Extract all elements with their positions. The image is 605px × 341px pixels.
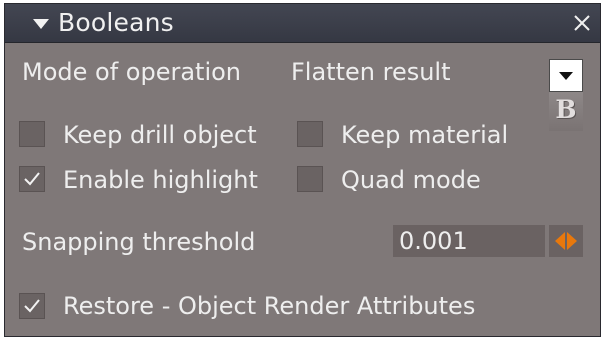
left-right-arrows-icon: [555, 232, 577, 250]
checkmark-icon: [24, 172, 40, 186]
mode-of-operation-label: Mode of operation: [22, 58, 242, 86]
snapping-threshold-label: Snapping threshold: [22, 228, 256, 256]
restore-attributes-checkbox[interactable]: [19, 293, 45, 319]
quad-mode-checkbox[interactable]: [297, 166, 323, 192]
checkmark-icon: [24, 299, 40, 313]
keep-material-checkbox[interactable]: [297, 121, 323, 147]
booleans-panel: Booleans Mode of operation Flatten resul…: [4, 3, 601, 337]
snapping-spinner[interactable]: [549, 225, 583, 257]
restore-attributes-label: Restore - Object Render Attributes: [63, 292, 476, 320]
panel-title: Booleans: [58, 8, 174, 37]
triangle-down-icon[interactable]: [33, 19, 49, 29]
chevron-down-icon: [559, 72, 573, 80]
snapping-threshold-input[interactable]: 0.001: [393, 225, 545, 257]
keep-drill-object-label: Keep drill object: [63, 121, 257, 149]
quad-mode-label: Quad mode: [341, 166, 481, 194]
panel-titlebar[interactable]: Booleans: [5, 4, 600, 43]
keep-material-label: Keep material: [341, 121, 509, 149]
mode-dropdown-button[interactable]: [549, 59, 583, 92]
keep-drill-object-checkbox[interactable]: [19, 121, 45, 147]
mode-value[interactable]: Flatten result: [291, 57, 451, 87]
enable-highlight-label: Enable highlight: [63, 166, 258, 194]
b-button[interactable]: B: [549, 92, 583, 131]
close-icon[interactable]: [573, 14, 591, 32]
enable-highlight-checkbox[interactable]: [19, 166, 45, 192]
